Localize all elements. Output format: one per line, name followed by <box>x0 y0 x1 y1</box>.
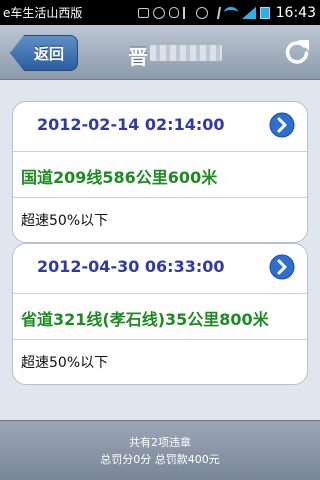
back-button[interactable]: 返回 <box>10 35 78 71</box>
violation-description: 超速50%以下 <box>21 355 109 371</box>
violation-date-row[interactable]: 2012-02-14 02:14:00 <box>13 102 307 152</box>
violation-card[interactable]: 2012-04-30 06:33:00 省道321线(孝石线)35公里800米 … <box>12 243 308 385</box>
chevron-right-icon[interactable] <box>269 254 295 280</box>
usb-debug-icon <box>182 6 192 19</box>
violation-description: 超速50%以下 <box>21 213 109 229</box>
status-icons: 16:43 <box>137 4 316 21</box>
status-clock: 16:43 <box>275 4 316 21</box>
wifi-icon <box>223 7 238 18</box>
violation-location-row: 国道209线586公里600米 <box>13 152 307 198</box>
usb-icon <box>137 7 149 18</box>
alarm-icon <box>195 6 208 19</box>
violation-description-row: 超速50%以下 <box>13 198 307 242</box>
violation-location-row: 省道321线(孝石线)35公里800米 <box>13 294 307 340</box>
signal-icon <box>241 6 256 19</box>
summary-footer: 共有2项违章 总罚分0分 总罚款400元 <box>0 420 320 480</box>
violation-card[interactable]: 2012-02-14 02:14:00 国道209线586公里600米 超速50… <box>12 101 308 243</box>
violation-date-row[interactable]: 2012-04-30 06:33:00 <box>13 244 307 294</box>
violation-location: 省道321线(孝石线)35公里800米 <box>21 310 269 329</box>
obscured-plate-number <box>150 45 222 61</box>
refresh-icon <box>285 40 309 64</box>
status-app-name: e车生活山西版 <box>3 6 83 20</box>
smile-icon <box>152 6 165 19</box>
bug-icon <box>168 7 179 18</box>
violation-location: 国道209线586公里600米 <box>21 168 218 187</box>
bluetooth-icon <box>210 6 221 19</box>
chevron-right-icon[interactable] <box>269 112 295 138</box>
status-bar: e车生活山西版 16:43 <box>0 0 320 25</box>
back-button-label: 返回 <box>33 44 64 63</box>
violation-count-text: 共有2项违章 <box>129 436 191 449</box>
violation-description-row: 超速50%以下 <box>13 340 307 384</box>
battery-icon <box>259 6 270 19</box>
nav-bar: 返回 晋 <box>0 25 320 80</box>
refresh-button[interactable] <box>282 37 312 67</box>
penalty-totals-text: 总罚分0分 总罚款400元 <box>100 453 220 466</box>
page-title: 晋 <box>128 45 148 69</box>
violation-datetime: 2012-04-30 06:33:00 <box>37 257 225 276</box>
violation-datetime: 2012-02-14 02:14:00 <box>37 115 225 134</box>
